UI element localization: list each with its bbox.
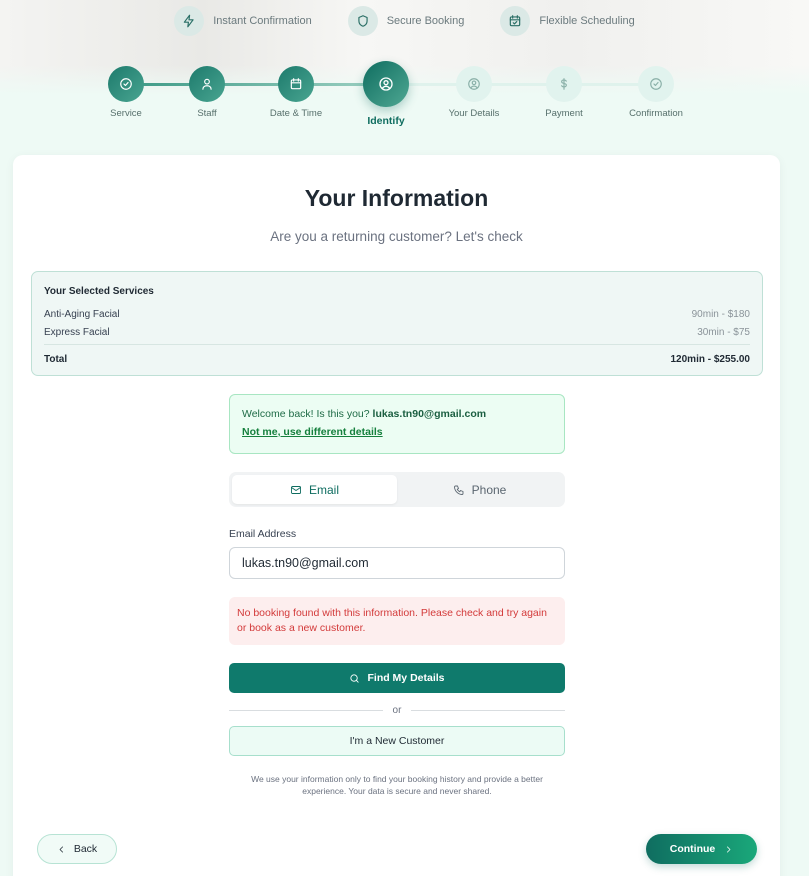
step-identify[interactable]: Identify <box>346 61 426 127</box>
check-circle-icon <box>638 66 674 102</box>
email-field[interactable]: lukas.tn90@gmail.com <box>229 547 565 579</box>
continue-button[interactable]: Continue <box>646 834 757 864</box>
total-row: Total 120min - $255.00 <box>44 349 750 369</box>
total-value: 120min - $255.00 <box>670 353 751 365</box>
privacy-note: We use your information only to find you… <box>251 774 543 796</box>
email-field-label: Email Address <box>229 528 297 540</box>
tab-label: Email <box>308 482 339 497</box>
feature-secure-booking: Secure Booking <box>347 6 465 36</box>
welcome-email: lukas.tn90@gmail.com <box>372 408 487 420</box>
search-icon <box>349 673 360 684</box>
button-label: Find My Details <box>367 672 445 684</box>
step-service[interactable]: Service <box>86 62 166 119</box>
service-row: Express Facial 30min - $75 <box>44 323 750 341</box>
user-circle-icon <box>363 61 409 107</box>
welcome-message: Welcome back! Is this you? lukas.tn90@gm… <box>242 408 552 420</box>
step-confirmation[interactable]: Confirmation <box>616 62 696 119</box>
button-label: Continue <box>669 843 716 855</box>
service-row: Anti-Aging Facial 90min - $180 <box>44 305 750 323</box>
selected-services-summary: Your Selected Services Anti-Aging Facial… <box>31 271 763 376</box>
feature-label: Secure Booking <box>386 15 465 27</box>
step-your-details[interactable]: Your Details <box>434 62 514 119</box>
service-price: 90min - $180 <box>691 308 750 320</box>
calendar-icon <box>278 66 314 102</box>
find-my-details-button[interactable]: Find My Details <box>229 663 565 693</box>
divider-line <box>411 709 565 711</box>
dollar-icon <box>546 66 582 102</box>
back-button[interactable]: Back <box>37 834 117 864</box>
divider-line <box>229 709 383 711</box>
error-message: No booking found with this information. … <box>229 597 565 645</box>
summary-divider <box>44 344 750 345</box>
service-name: Express Facial <box>44 326 110 338</box>
identify-card: Your Information Are you a returning cus… <box>13 155 780 876</box>
page-subtitle: Are you a returning customer? Let's chec… <box>270 229 523 244</box>
feature-strip: Instant Confirmation Secure Booking Flex… <box>0 5 809 37</box>
summary-title: Your Selected Services <box>44 286 154 297</box>
lightning-icon <box>174 6 205 36</box>
step-label: Payment <box>545 108 583 119</box>
chevron-left-icon <box>57 845 66 854</box>
chevron-right-icon <box>724 845 733 854</box>
step-staff[interactable]: Staff <box>167 62 247 119</box>
calendar-check-icon <box>500 6 531 36</box>
phone-icon <box>453 484 465 496</box>
booking-stepper: Service Staff Date & Time Identify Your … <box>0 61 809 127</box>
user-icon <box>189 66 225 102</box>
new-customer-button[interactable]: I'm a New Customer <box>229 726 565 756</box>
step-label: Date & Time <box>269 108 323 119</box>
or-label: or <box>392 704 402 716</box>
user-circle-icon <box>456 66 492 102</box>
step-payment[interactable]: Payment <box>524 62 604 119</box>
tab-phone[interactable]: Phone <box>397 475 562 504</box>
welcome-prefix: Welcome back! Is this you? <box>242 408 370 420</box>
not-me-link[interactable]: Not me, use different details <box>242 426 383 438</box>
step-label: Staff <box>197 108 217 119</box>
mail-icon <box>290 484 302 496</box>
page-title: Your Information <box>304 185 489 211</box>
tab-label: Phone <box>471 482 507 497</box>
step-label: Identify <box>367 115 405 127</box>
feature-label: Instant Confirmation <box>213 15 312 27</box>
welcome-back-notice: Welcome back! Is this you? lukas.tn90@gm… <box>229 394 565 454</box>
or-divider: or <box>229 703 565 717</box>
button-label: Back <box>73 843 98 855</box>
step-label: Your Details <box>448 108 500 119</box>
check-circle-icon <box>108 66 144 102</box>
feature-label: Flexible Scheduling <box>539 15 635 27</box>
step-label: Service <box>110 108 142 119</box>
step-date-time[interactable]: Date & Time <box>256 62 336 119</box>
service-name: Anti-Aging Facial <box>44 308 120 320</box>
total-label: Total <box>44 353 68 365</box>
feature-flexible-scheduling: Flexible Scheduling <box>500 6 635 36</box>
shield-icon <box>347 6 378 36</box>
tab-email[interactable]: Email <box>232 475 397 504</box>
feature-instant-confirmation: Instant Confirmation <box>174 6 312 36</box>
service-price: 30min - $75 <box>697 326 750 338</box>
lookup-method-toggle: Email Phone <box>229 472 565 507</box>
step-label: Confirmation <box>629 108 683 119</box>
